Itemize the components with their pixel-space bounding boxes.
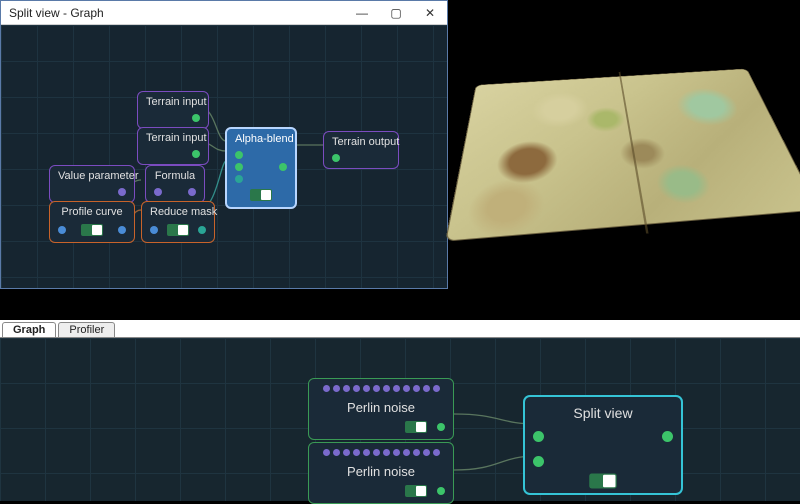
graph-canvas-top[interactable]: Terrain input Terrain input Value parame… xyxy=(1,25,447,288)
node-label: Terrain input xyxy=(146,132,200,144)
node-value-parameter[interactable]: Value parameter xyxy=(49,165,135,203)
titlebar[interactable]: Split view - Graph — ▢ ✕ xyxy=(1,1,447,25)
port-out[interactable] xyxy=(198,226,206,234)
tabstrip: Graph Profiler xyxy=(0,320,800,338)
node-formula[interactable]: Formula xyxy=(145,165,205,203)
port-out[interactable] xyxy=(118,188,126,196)
port-out[interactable] xyxy=(188,188,196,196)
port-in[interactable] xyxy=(332,154,340,162)
node-terrain-output[interactable]: Terrain output xyxy=(323,131,399,169)
node-perlin-noise-2[interactable]: Perlin noise xyxy=(308,442,454,504)
node-label: Profile curve xyxy=(58,206,126,218)
port-out[interactable] xyxy=(279,163,287,171)
port-in[interactable] xyxy=(58,226,66,234)
node-label: Reduce mask xyxy=(150,206,206,218)
port-out[interactable] xyxy=(118,226,126,234)
split-view-window: Split view - Graph — ▢ ✕ Terrain input T… xyxy=(0,0,448,289)
param-ports xyxy=(317,385,445,392)
node-terrain-input-2[interactable]: Terrain input xyxy=(137,127,209,165)
graph-canvas-bottom[interactable]: Perlin noise Perlin noise Split view xyxy=(0,338,800,501)
node-label: Alpha-blend xyxy=(235,133,287,145)
port-in[interactable] xyxy=(154,188,162,196)
toggle[interactable] xyxy=(167,224,189,236)
node-split-view[interactable]: Split view xyxy=(524,396,682,494)
toggle[interactable] xyxy=(405,485,427,497)
param-ports xyxy=(317,449,445,456)
port-in-2[interactable] xyxy=(533,456,544,467)
port-out[interactable] xyxy=(192,150,200,158)
toggle[interactable] xyxy=(589,474,617,489)
close-icon: ✕ xyxy=(425,6,435,20)
port-in[interactable] xyxy=(150,226,158,234)
toggle[interactable] xyxy=(81,224,103,236)
port-in-1[interactable] xyxy=(533,431,544,442)
maximize-button[interactable]: ▢ xyxy=(379,1,413,25)
port-in-1[interactable] xyxy=(235,151,243,159)
tab-label: Profiler xyxy=(69,324,104,336)
terrain-preview[interactable] xyxy=(448,0,800,289)
port-out[interactable] xyxy=(192,114,200,122)
node-label: Formula xyxy=(154,170,196,182)
port-in-3[interactable] xyxy=(235,175,243,183)
toggle[interactable] xyxy=(250,189,272,201)
minimize-button[interactable]: — xyxy=(345,1,379,25)
bottom-panel: Graph Profiler Perlin noise Perlin noise xyxy=(0,320,800,501)
window-title: Split view - Graph xyxy=(9,6,104,20)
node-label: Terrain input xyxy=(146,96,200,108)
node-terrain-input-1[interactable]: Terrain input xyxy=(137,91,209,129)
node-reduce-mask[interactable]: Reduce mask xyxy=(141,201,215,243)
node-label: Terrain output xyxy=(332,136,390,148)
node-profile-curve[interactable]: Profile curve xyxy=(49,201,135,243)
node-label: Split view xyxy=(533,405,673,421)
port-out[interactable] xyxy=(662,431,673,442)
node-label: Perlin noise xyxy=(317,464,445,479)
port-in-2[interactable] xyxy=(235,163,243,171)
node-label: Value parameter xyxy=(58,170,126,182)
tab-label: Graph xyxy=(13,324,45,336)
node-perlin-noise-1[interactable]: Perlin noise xyxy=(308,378,454,440)
close-button[interactable]: ✕ xyxy=(413,1,447,25)
minimize-icon: — xyxy=(356,6,368,20)
terrain-mesh xyxy=(445,69,800,242)
node-label: Perlin noise xyxy=(317,400,445,415)
node-alpha-blend[interactable]: Alpha-blend xyxy=(225,127,297,209)
port-out[interactable] xyxy=(437,487,445,495)
maximize-icon: ▢ xyxy=(390,6,401,20)
tab-graph[interactable]: Graph xyxy=(2,322,56,337)
tab-profiler[interactable]: Profiler xyxy=(58,322,115,337)
port-out[interactable] xyxy=(437,423,445,431)
toggle[interactable] xyxy=(405,421,427,433)
